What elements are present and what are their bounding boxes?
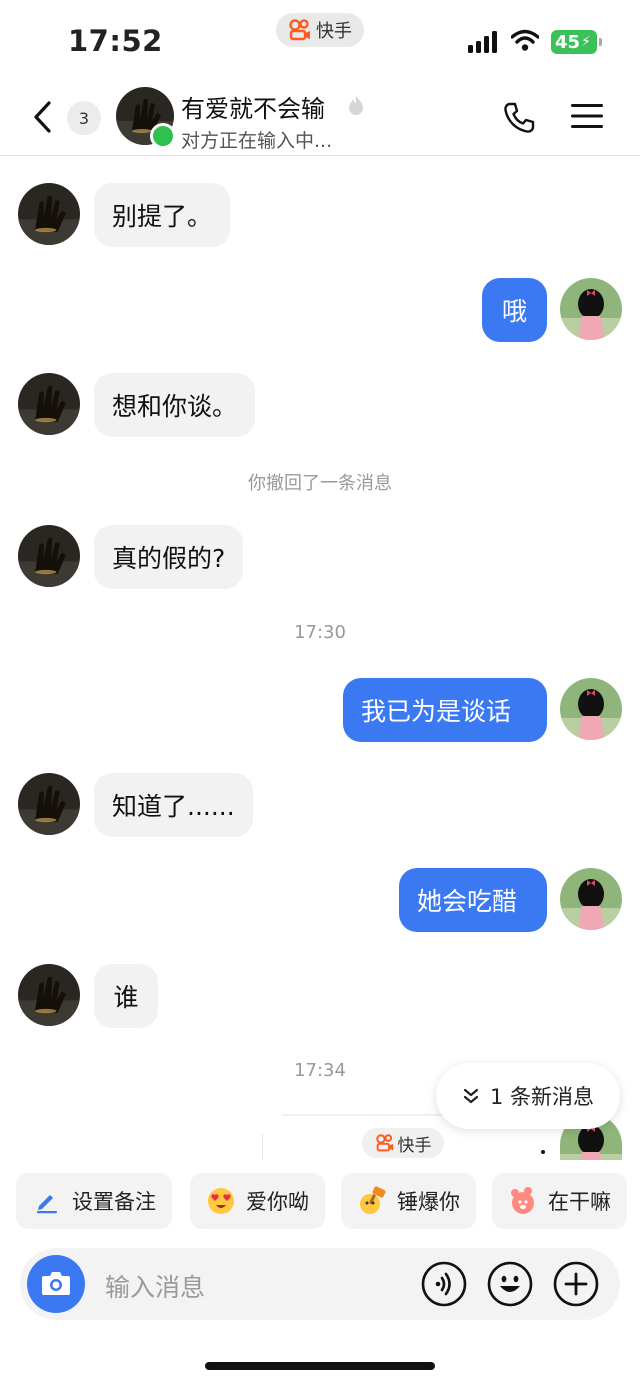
girl-avatar-image (560, 868, 622, 930)
double-chevron-down-icon (463, 1088, 479, 1104)
outgoing-message-bubble[interactable]: 我已为是谈话 (343, 678, 547, 742)
my-avatar[interactable] (560, 278, 622, 340)
incoming-message-bubble[interactable]: 真的假的? (94, 525, 244, 589)
app-pill-label: 快手 (316, 21, 352, 42)
message-row: 想和你谈。 (0, 373, 640, 437)
phone-call-icon[interactable] (502, 101, 536, 135)
chip-label: 爱你呦 (246, 1190, 309, 1214)
kuaishou-logo-icon (289, 19, 310, 41)
wifi-icon (511, 29, 539, 51)
battery-level: 45 (555, 31, 581, 53)
girl-avatar-image (560, 678, 622, 740)
hand-silhouette-avatar-image (18, 525, 80, 587)
timestamp: 17:30 (294, 622, 346, 643)
contact-avatar[interactable] (18, 183, 80, 245)
contact-avatar[interactable] (18, 525, 80, 587)
hand-silhouette-avatar-image (18, 373, 80, 435)
back-arrow-icon[interactable] (30, 98, 56, 136)
incoming-message-bubble[interactable]: 谁 (94, 964, 158, 1028)
cellular-signal-icon (468, 31, 497, 53)
hammer-emoji-icon (357, 1186, 387, 1216)
home-indicator[interactable] (205, 1362, 435, 1370)
my-avatar[interactable] (560, 868, 622, 930)
message-row: 我已为是谈话 (0, 678, 640, 742)
contact-avatar[interactable] (18, 964, 80, 1026)
shared-card-badge: 快手 (362, 1128, 444, 1158)
voice-message-icon[interactable] (421, 1261, 467, 1307)
recall-notice: 你撤回了一条消息 (248, 473, 392, 494)
chip-what-doing[interactable]: 在干嘛 (492, 1173, 627, 1229)
message-row: 别提了。 (0, 183, 640, 247)
app-pill[interactable]: 快手 (276, 13, 364, 47)
unread-count-badge[interactable]: 3 (67, 101, 101, 135)
message-row: 知道了...... (0, 773, 640, 837)
girl-avatar-image (560, 278, 622, 340)
chip-label: 锤爆你 (397, 1190, 460, 1214)
chip-hammer-you[interactable]: 锤爆你 (341, 1173, 476, 1229)
message-row: 谁 (0, 964, 640, 1028)
status-time: 17:52 (68, 24, 163, 58)
new-messages-label: 1 条新消息 (489, 1085, 595, 1109)
kuaishou-logo-icon (375, 1134, 393, 1152)
chip-label: 设置备注 (72, 1190, 156, 1214)
battery-indicator: 45 ⚡ (551, 30, 602, 54)
incoming-message-bubble[interactable]: 想和你谈。 (94, 373, 256, 437)
emoji-icon[interactable] (487, 1261, 533, 1307)
chip-label: 在干嘛 (548, 1190, 611, 1214)
camera-icon (42, 1272, 70, 1295)
incoming-message-bubble[interactable]: 别提了。 (94, 183, 231, 247)
charging-bolt-icon: ⚡ (581, 34, 591, 50)
message-row: 哦 (0, 278, 640, 342)
new-messages-button[interactable]: 1 条新消息 (436, 1063, 620, 1129)
message-row: 她会吃醋 (0, 868, 640, 932)
chat-header: 3 有爱就不会输 对方正在输入中... (0, 80, 640, 156)
chip-set-remark[interactable]: 设置备注 (16, 1173, 172, 1229)
pencil-icon (32, 1186, 62, 1216)
bear-emoji-icon (508, 1186, 538, 1216)
incoming-message-bubble[interactable]: 知道了...... (94, 773, 253, 837)
status-bar: 17:52 快手 45 ⚡ (0, 0, 640, 80)
heart-eyes-emoji-icon (206, 1186, 236, 1216)
quick-reply-bar: 设置备注 爱你呦 锤爆你 在干嘛 (0, 1160, 640, 1244)
hamburger-menu-icon[interactable] (571, 102, 603, 130)
message-input[interactable]: 输入消息 (105, 1268, 205, 1304)
hand-silhouette-avatar-image (18, 773, 80, 835)
chip-love-you[interactable]: 爱你呦 (190, 1173, 325, 1229)
camera-button[interactable] (27, 1255, 85, 1313)
message-input-bar: 输入消息 (20, 1248, 620, 1320)
contact-avatar[interactable] (18, 373, 80, 435)
contact-avatar[interactable] (18, 773, 80, 835)
contact-name[interactable]: 有爱就不会输 (181, 89, 325, 124)
shared-card-badge-label: 快手 (397, 1135, 432, 1156)
outgoing-message-bubble[interactable]: 她会吃醋 (399, 868, 547, 932)
online-status-dot (150, 123, 176, 149)
plus-icon[interactable] (553, 1261, 599, 1307)
hand-silhouette-avatar-image (18, 964, 80, 1026)
typing-status: 对方正在输入中... (181, 130, 333, 152)
flame-icon (349, 95, 363, 115)
my-avatar[interactable] (560, 678, 622, 740)
message-row: 真的假的? (0, 525, 640, 589)
hand-silhouette-avatar-image (18, 183, 80, 245)
outgoing-message-bubble[interactable]: 哦 (482, 278, 547, 342)
